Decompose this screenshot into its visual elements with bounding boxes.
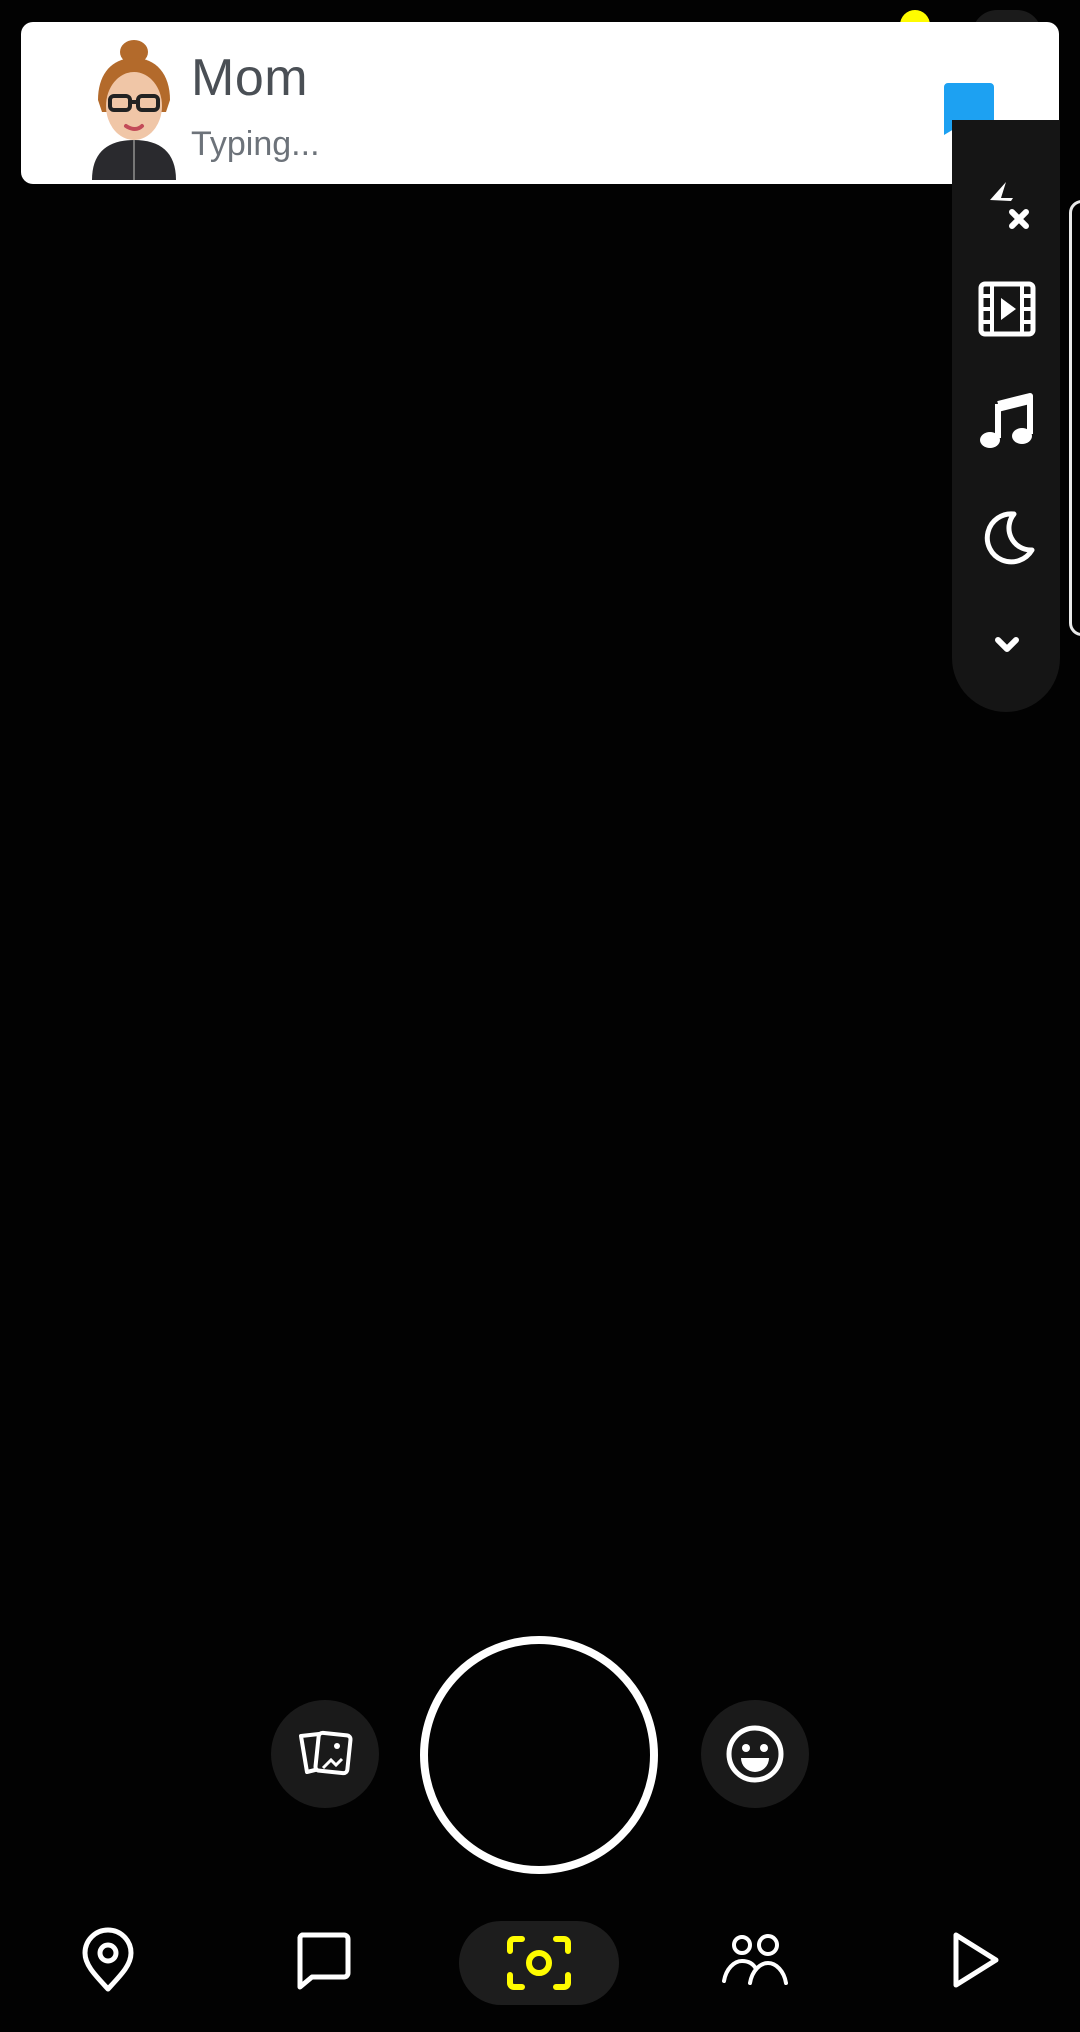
play-icon[interactable] (938, 1925, 1008, 1995)
camera-tab[interactable] (459, 1921, 619, 2005)
memories-button[interactable] (271, 1700, 379, 1808)
shutter-button[interactable] (420, 1636, 658, 1874)
friends-icon[interactable] (720, 1925, 790, 1995)
camera-tools-rail (952, 120, 1060, 712)
camera-screen: Mom Typing... (0, 0, 1080, 2032)
video-filter-icon[interactable] (976, 278, 1038, 340)
camera-icon (507, 1936, 571, 1990)
chat-icon[interactable] (288, 1925, 358, 1995)
notification-sender: Mom (191, 49, 309, 107)
notification-status: Typing... (191, 125, 320, 163)
chevron-down-icon[interactable] (976, 614, 1038, 676)
message-notification[interactable]: Mom Typing... (21, 22, 1059, 184)
flash-off-icon[interactable] (976, 176, 1038, 238)
lenses-button[interactable] (701, 1700, 809, 1808)
music-note-icon[interactable] (976, 392, 1038, 454)
night-mode-icon[interactable] (976, 506, 1038, 568)
map-pin-icon[interactable] (73, 1925, 143, 1995)
lenses-smiley-icon (726, 1725, 784, 1783)
edge-panel-handle[interactable] (1069, 200, 1080, 636)
memories-icon (299, 1730, 353, 1776)
bitmoji-avatar-icon (92, 40, 176, 180)
